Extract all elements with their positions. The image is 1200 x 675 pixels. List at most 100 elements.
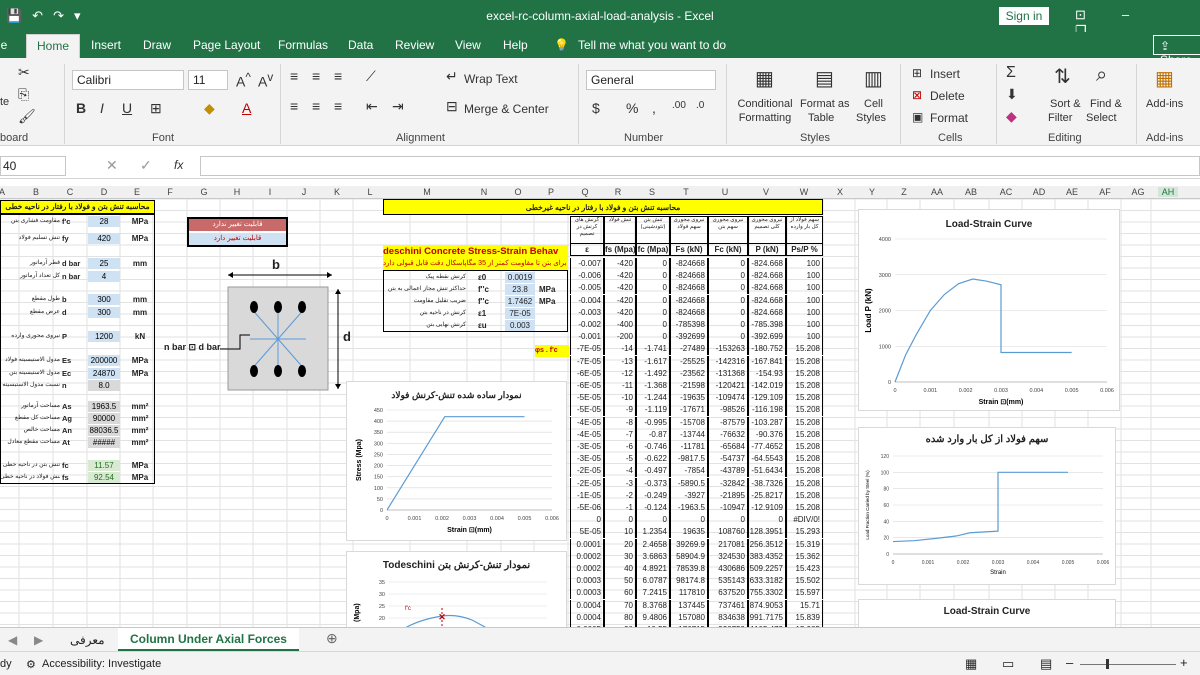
share-button[interactable]: ⇪ Share — [1153, 35, 1200, 67]
cell-styles-label[interactable]: Cell — [864, 98, 883, 110]
accessibility-status[interactable]: Accessibility: Investigate — [42, 658, 161, 670]
format-cells-button[interactable]: Format — [930, 111, 968, 125]
tab-view[interactable]: View — [455, 38, 481, 52]
column-header[interactable]: I — [260, 187, 280, 197]
font-color-icon[interactable]: A — [242, 100, 251, 116]
align-right-icon[interactable]: ≡ — [334, 98, 342, 114]
shrink-font-icon[interactable]: Av — [258, 71, 273, 90]
merge-center-button[interactable]: Merge & Center — [464, 102, 549, 116]
column-header[interactable]: S — [642, 187, 662, 197]
column-header[interactable]: M — [417, 187, 437, 197]
load-strain-chart-2[interactable]: Load-Strain Curve — [858, 599, 1116, 627]
column-header[interactable]: N — [474, 187, 494, 197]
tab-review[interactable]: Review — [395, 38, 434, 52]
decrease-decimal-icon[interactable]: .0 — [696, 100, 704, 111]
italic-icon[interactable]: I — [100, 100, 104, 116]
scroll-first-sheet-icon[interactable]: ◀ — [8, 633, 17, 647]
cell-styles-label-2[interactable]: Styles — [856, 112, 886, 124]
column-header[interactable]: T — [676, 187, 696, 197]
tab-help[interactable]: Help — [503, 38, 528, 52]
scroll-last-sheet-icon[interactable]: ▶ — [34, 633, 43, 647]
find-select-icon[interactable]: ⌕ — [1096, 64, 1107, 87]
addins-button[interactable]: Add-ins — [1146, 98, 1183, 110]
number-format-select[interactable]: General — [586, 70, 716, 90]
delete-cells-icon[interactable]: ⊠ — [912, 88, 922, 102]
column-header[interactable]: E — [127, 187, 147, 197]
find-select-label[interactable]: Find & — [1090, 98, 1122, 110]
column-header[interactable]: J — [294, 187, 314, 197]
page-break-view-icon[interactable]: ▤ — [1040, 656, 1052, 672]
format-cells-icon[interactable]: ▣ — [912, 110, 923, 124]
column-header[interactable]: AC — [996, 187, 1016, 197]
sheet-tab-column[interactable]: Column Under Axial Forces — [118, 628, 299, 651]
column-header[interactable]: B — [26, 187, 46, 197]
align-top-icon[interactable]: ≡ — [290, 68, 298, 84]
align-center-icon[interactable]: ≡ — [312, 98, 320, 114]
column-header[interactable]: K — [327, 187, 347, 197]
accessibility-icon[interactable]: ⚙ — [26, 658, 36, 671]
cut-icon[interactable]: ✂ — [18, 64, 30, 81]
orientation-icon[interactable]: ⟋ — [366, 68, 376, 85]
conditional-formatting-label-2[interactable]: Formatting — [730, 112, 800, 124]
addins-icon[interactable]: ▦ — [1155, 66, 1174, 91]
column-header[interactable]: R — [608, 187, 628, 197]
grow-font-icon[interactable]: A^ — [236, 71, 251, 90]
column-header[interactable]: AA — [927, 187, 947, 197]
sort-filter-label[interactable]: Sort & — [1050, 98, 1081, 110]
column-header[interactable]: V — [756, 187, 776, 197]
bold-icon[interactable]: B — [76, 100, 86, 116]
column-header[interactable]: C — [60, 187, 80, 197]
formula-input[interactable] — [200, 156, 1200, 176]
wrap-text-icon[interactable]: ↵ — [446, 68, 458, 85]
normal-view-icon[interactable]: ▦ — [965, 656, 977, 672]
increase-decimal-icon[interactable]: .00 — [672, 100, 686, 111]
zoom-slider-thumb[interactable] — [1106, 659, 1109, 669]
column-header[interactable]: G — [194, 187, 214, 197]
column-header[interactable]: AG — [1128, 187, 1148, 197]
column-header[interactable]: O — [508, 187, 528, 197]
cell-styles-icon[interactable]: ▥ — [864, 66, 883, 91]
clear-icon[interactable]: ◆ — [1006, 108, 1017, 125]
format-as-table-icon[interactable]: ▤ — [815, 66, 834, 91]
column-header[interactable]: Y — [862, 187, 882, 197]
column-header[interactable]: AE — [1062, 187, 1082, 197]
column-header[interactable]: L — [360, 187, 380, 197]
merge-center-icon[interactable]: ⊟ — [446, 98, 458, 115]
insert-function-icon[interactable]: fx — [174, 158, 183, 172]
tab-data[interactable]: Data — [348, 38, 373, 52]
delete-cells-button[interactable]: Delete — [930, 89, 965, 103]
align-middle-icon[interactable]: ≡ — [312, 68, 320, 84]
borders-icon[interactable]: ⊞ — [150, 100, 162, 117]
conditional-formatting-label[interactable]: Conditional — [734, 98, 796, 110]
tab-file[interactable]: le — [0, 38, 7, 52]
column-header[interactable]: AH — [1158, 187, 1178, 197]
align-left-icon[interactable]: ≡ — [290, 98, 298, 114]
tab-page-layout[interactable]: Page Layout — [193, 38, 260, 52]
currency-icon[interactable]: $ — [592, 100, 600, 116]
tab-home[interactable]: Home — [26, 34, 81, 58]
sign-in-button[interactable]: Sign in — [999, 7, 1049, 25]
zoom-out-icon[interactable]: – — [1066, 655, 1073, 670]
copy-icon[interactable]: ⎘ — [18, 86, 29, 103]
page-layout-view-icon[interactable]: ▭ — [1002, 656, 1014, 672]
tab-insert[interactable]: Insert — [91, 38, 121, 52]
format-painter-icon[interactable]: 🖌 — [18, 108, 36, 125]
column-header[interactable]: AD — [1029, 187, 1049, 197]
increase-indent-icon[interactable]: ⇥ — [392, 98, 404, 115]
sort-filter-icon[interactable]: ⇅ — [1054, 64, 1071, 89]
steel-fraction-chart[interactable]: سهم فولاد از کل بار وارد شده 0 20 40 60 80 10… — [858, 427, 1116, 585]
find-select-label-2[interactable]: Select — [1086, 112, 1117, 124]
decrease-indent-icon[interactable]: ⇤ — [366, 98, 378, 115]
zoom-slider-track[interactable] — [1080, 664, 1176, 665]
load-strain-chart[interactable]: Load-Strain Curve 0 1000 2000 3000 4000 0 0.00… — [858, 209, 1120, 411]
tell-me-search[interactable]: Tell me what you want to do — [578, 38, 726, 52]
sort-filter-label-2[interactable]: Filter — [1048, 112, 1072, 124]
autosum-icon[interactable]: Σ — [1006, 64, 1016, 82]
align-bottom-icon[interactable]: ≡ — [334, 68, 342, 84]
insert-cells-button[interactable]: Insert — [930, 67, 960, 81]
worksheet-grid[interactable]: محاسبه تنش بتن و فولاد با رفتار در ناحیه… — [0, 199, 1200, 627]
zoom-in-icon[interactable]: + — [1180, 655, 1188, 670]
tab-draw[interactable]: Draw — [143, 38, 171, 52]
underline-icon[interactable]: U — [122, 100, 132, 116]
todeschini-chart[interactable]: Todeschini نمودار تنش-کرنش بتن 35 30 25 20 ✕… — [346, 551, 567, 627]
